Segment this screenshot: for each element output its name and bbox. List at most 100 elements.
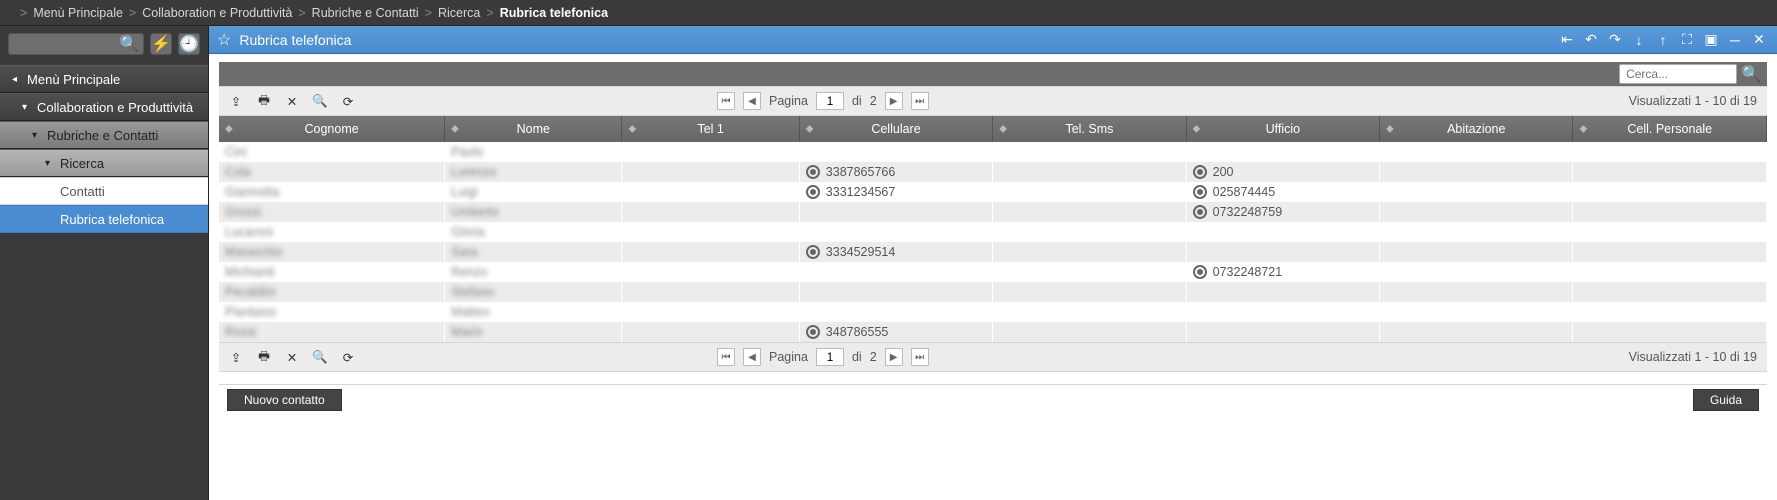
- table-row[interactable]: RossiMario348786555: [219, 322, 1767, 342]
- phone-icon[interactable]: [806, 165, 820, 179]
- column-header-3[interactable]: ◆Cellulare: [799, 116, 992, 142]
- table-row[interactable]: MaraschioSara3334529514: [219, 242, 1767, 262]
- sort-icon: ◆: [225, 124, 233, 135]
- table-row[interactable]: ColaLorenzo3387865766200: [219, 162, 1767, 182]
- shuffle-icon[interactable]: ✕: [283, 92, 301, 110]
- cell-abitazione: [1380, 322, 1573, 342]
- close-icon[interactable]: ✕: [1749, 30, 1769, 50]
- cell-nome: Paolo: [445, 142, 622, 162]
- sidebar-item-4[interactable]: Contatti: [0, 177, 208, 205]
- phone-icon[interactable]: [806, 245, 820, 259]
- phone-icon[interactable]: [1193, 165, 1207, 179]
- pager-next-icon[interactable]: ▶: [885, 92, 903, 110]
- phone-icon[interactable]: [806, 185, 820, 199]
- table-row[interactable]: MichiantiRenzo0732248721: [219, 262, 1767, 282]
- column-header-6[interactable]: ◆Abitazione: [1380, 116, 1573, 142]
- phone-icon[interactable]: [806, 325, 820, 339]
- phone-icon[interactable]: [1193, 205, 1207, 219]
- print-icon[interactable]: 🖶: [255, 92, 273, 110]
- reload-icon[interactable]: ⟳: [339, 348, 357, 366]
- cell-cellulare: [799, 222, 992, 242]
- pager-page-input[interactable]: [816, 92, 844, 110]
- pin-icon[interactable]: ⇤: [1557, 30, 1577, 50]
- sidebar-item-1[interactable]: ▾Collaboration e Produttività: [0, 93, 208, 121]
- export-icon[interactable]: ⇪: [227, 348, 245, 366]
- sidebar-search-input[interactable]: [9, 37, 115, 51]
- grid-search-input[interactable]: [1619, 64, 1737, 84]
- chevron-icon: ▾: [22, 102, 27, 113]
- column-header-1[interactable]: ◆Nome: [445, 116, 622, 142]
- cell-abitazione: [1380, 302, 1573, 322]
- phone-icon[interactable]: [1193, 185, 1207, 199]
- star-icon[interactable]: ☆: [217, 30, 231, 50]
- zoom-icon[interactable]: 🔍: [311, 348, 329, 366]
- column-header-0[interactable]: ◆Cognome: [219, 116, 445, 142]
- breadcrumb-item-3[interactable]: Ricerca: [438, 6, 480, 20]
- cell-ufficio: [1186, 142, 1379, 162]
- arrow-down-icon[interactable]: ↓: [1629, 30, 1649, 50]
- pager-last-icon[interactable]: ⏭: [911, 348, 929, 366]
- pager-last-icon[interactable]: ⏭: [911, 92, 929, 110]
- cell-tel1: [622, 162, 799, 182]
- reload-icon[interactable]: ⟳: [339, 92, 357, 110]
- export-icon[interactable]: ⇪: [227, 92, 245, 110]
- column-header-4[interactable]: ◆Tel. Sms: [993, 116, 1186, 142]
- refresh-icon[interactable]: ⚡: [150, 33, 172, 55]
- sidebar-item-5[interactable]: Rubrica telefonica: [0, 205, 208, 233]
- cell-nome: Renzo: [445, 262, 622, 282]
- column-header-2[interactable]: ◆Tel 1: [622, 116, 799, 142]
- minimize-icon[interactable]: ─: [1725, 30, 1745, 50]
- help-button[interactable]: Guida: [1693, 389, 1759, 411]
- table-row[interactable]: PecaldiniStefano: [219, 282, 1767, 302]
- clock-icon[interactable]: 🕘: [178, 33, 200, 55]
- table-row[interactable]: GrossiUmberto0732248759: [219, 202, 1767, 222]
- expand-icon[interactable]: ⛶: [1677, 30, 1697, 50]
- pager-first-icon[interactable]: ⏮: [717, 348, 735, 366]
- cell-cellPersonale: [1573, 282, 1767, 302]
- undo-icon[interactable]: ↶: [1581, 30, 1601, 50]
- maximize-icon[interactable]: ▣: [1701, 30, 1721, 50]
- cell-cellPersonale: [1573, 202, 1767, 222]
- sidebar-search[interactable]: 🔍: [8, 33, 144, 55]
- footer-bar: Nuovo contatto Guida: [219, 384, 1767, 414]
- cell-tel1: [622, 222, 799, 242]
- new-contact-button[interactable]: Nuovo contatto: [227, 389, 342, 411]
- chevron-icon: ▾: [45, 158, 50, 169]
- data-grid: ◆Cognome◆Nome◆Tel 1◆Cellulare◆Tel. Sms◆U…: [219, 116, 1767, 342]
- sidebar-item-label: Menù Principale: [27, 72, 120, 87]
- cell-cognome: Lucaroni: [219, 222, 445, 242]
- cell-cognome: Rossi: [219, 322, 445, 342]
- pager-prev-icon[interactable]: ◀: [743, 92, 761, 110]
- sort-icon: ◆: [451, 124, 459, 135]
- cell-abitazione: [1380, 142, 1573, 162]
- pager-first-icon[interactable]: ⏮: [717, 92, 735, 110]
- print-icon[interactable]: 🖶: [255, 348, 273, 366]
- arrow-up-icon[interactable]: ↑: [1653, 30, 1673, 50]
- pager-total: 2: [870, 94, 877, 108]
- table-row[interactable]: GiannottaLuigi3331234567025874445: [219, 182, 1767, 202]
- breadcrumb-item-0[interactable]: Menù Principale: [33, 6, 123, 20]
- sidebar-item-0[interactable]: ◂Menù Principale: [0, 65, 208, 93]
- table-row[interactable]: LucaroniGloria: [219, 222, 1767, 242]
- cell-cellPersonale: [1573, 302, 1767, 322]
- phone-icon[interactable]: [1193, 265, 1207, 279]
- zoom-icon[interactable]: 🔍: [311, 92, 329, 110]
- column-header-7[interactable]: ◆Cell. Personale: [1573, 116, 1767, 142]
- cell-abitazione: [1380, 242, 1573, 262]
- cell-cognome: Cola: [219, 162, 445, 182]
- sidebar-item-3[interactable]: ▾Ricerca: [0, 149, 208, 177]
- cell-cognome: Piantassi: [219, 302, 445, 322]
- breadcrumb-item-2[interactable]: Rubriche e Contatti: [312, 6, 419, 20]
- pager-next-icon[interactable]: ▶: [885, 348, 903, 366]
- pager-prev-icon[interactable]: ◀: [743, 348, 761, 366]
- table-row[interactable]: PiantassiMatteo: [219, 302, 1767, 322]
- breadcrumb-item-1[interactable]: Collaboration e Produttività: [142, 6, 292, 20]
- table-row[interactable]: CiniPaolo: [219, 142, 1767, 162]
- pager-page-input[interactable]: [816, 348, 844, 366]
- shuffle-icon[interactable]: ✕: [283, 348, 301, 366]
- cell-telSms: [993, 162, 1186, 182]
- column-header-5[interactable]: ◆Ufficio: [1186, 116, 1379, 142]
- sidebar-item-2[interactable]: ▾Rubriche e Contatti: [0, 121, 208, 149]
- redo-icon[interactable]: ↷: [1605, 30, 1625, 50]
- search-icon[interactable]: 🔍: [1741, 64, 1761, 84]
